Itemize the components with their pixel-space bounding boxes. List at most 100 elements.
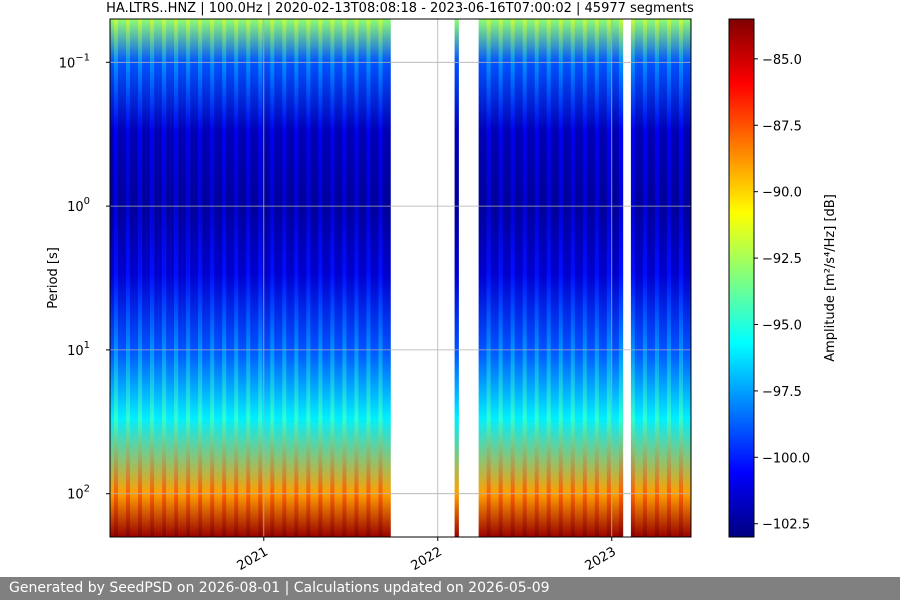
heatmap-column [346, 19, 351, 537]
heatmap-column [666, 19, 672, 537]
y-tick-label: 101 [67, 340, 90, 359]
y-axis-label: Period [s] [46, 247, 61, 309]
heatmap-column [478, 19, 483, 537]
heatmap-column [646, 19, 652, 537]
heatmap-column [482, 19, 487, 537]
heatmap-column [586, 19, 592, 537]
colorbar-tick-label: −97.5 [762, 385, 802, 400]
heatmap-column [302, 19, 307, 537]
heatmap-column [138, 19, 143, 537]
heatmap-column [318, 19, 323, 537]
heatmap-column [174, 19, 179, 537]
heatmap-column [158, 19, 163, 537]
heatmap-column [290, 19, 295, 537]
heatmap-column [358, 19, 363, 537]
y-tick-label: 102 [67, 484, 90, 503]
heatmap-column [170, 19, 175, 537]
heatmap-column [182, 19, 187, 537]
heatmap-column [546, 19, 552, 537]
heatmap-column [198, 19, 203, 537]
heatmap-column [614, 19, 620, 537]
heatmap-column [122, 19, 127, 537]
heatmap-column [526, 19, 532, 537]
heatmap-column [490, 19, 495, 537]
heatmap-column [670, 19, 676, 537]
heatmap-column [126, 19, 131, 537]
heatmap-column [214, 19, 219, 537]
y-tick-label: 10−1 [59, 52, 90, 71]
heatmap-column [674, 19, 680, 537]
heatmap-column [342, 19, 347, 537]
heatmap-column [262, 19, 267, 537]
heatmap-column [502, 19, 507, 537]
heatmap-column [642, 19, 648, 537]
heatmap-column [314, 19, 319, 537]
heatmap-column [334, 19, 339, 537]
heatmap-column [538, 19, 544, 537]
heatmap-column [522, 19, 528, 537]
colorbar-tick-label: −90.0 [762, 186, 802, 201]
heatmap-column [258, 19, 263, 537]
heatmap-column [226, 19, 231, 537]
plot-area [109, 18, 692, 538]
heatmap-column [222, 19, 227, 537]
heatmap-column [542, 19, 548, 537]
heatmap-column [654, 19, 660, 537]
heatmap-column [570, 19, 576, 537]
heatmap-column [638, 19, 644, 537]
heatmap-column [162, 19, 167, 537]
colorbar-gradient [728, 18, 755, 538]
colorbar-tick-label: −95.0 [762, 318, 802, 333]
heatmap-column [562, 19, 568, 537]
heatmap-column [210, 19, 215, 537]
colorbar-tick-label: −87.5 [762, 119, 802, 134]
heatmap-column [118, 19, 123, 537]
heatmap-column [590, 19, 596, 537]
chart-title: HA.LTRS..HNZ | 100.0Hz | 2020-02-13T08:0… [106, 1, 694, 16]
x-axis: 2021 2022 2023 [235, 537, 619, 574]
heatmap-column [630, 19, 636, 537]
x-tick-label: 2021 [235, 544, 271, 574]
colorbar-tick-label: −102.5 [762, 518, 810, 533]
heatmap-column [574, 19, 580, 537]
y-axis: Period [s] 10−1 100 101 102 [46, 52, 110, 503]
heatmap-column [250, 19, 255, 537]
heatmap-column [330, 19, 335, 537]
heatmap-column [298, 19, 303, 537]
heatmap-column [514, 19, 520, 537]
heatmap-column [486, 19, 491, 537]
heatmap-column [114, 19, 119, 537]
heatmap-column [142, 19, 147, 537]
heatmap-column [494, 19, 499, 537]
heatmap-column [362, 19, 367, 537]
heatmap-column [274, 19, 279, 537]
heatmap-column [234, 19, 239, 537]
y-tick-label: 100 [67, 196, 90, 215]
heatmap-column [518, 19, 524, 537]
heatmap-column [266, 19, 271, 537]
footer-text: Generated by SeedPSD on 2026-08-01 | Cal… [9, 580, 550, 596]
heatmap-column [550, 19, 556, 537]
heatmap-column [294, 19, 299, 537]
heatmap-column [110, 19, 115, 537]
heatmap-column [154, 19, 159, 537]
colorbar-label: Amplitude [m²/s⁴/Hz] [dB] [823, 194, 838, 362]
heatmap-column [382, 19, 387, 537]
heatmap-column [246, 19, 251, 537]
heatmap-column [594, 19, 600, 537]
heatmap-column [286, 19, 291, 537]
heatmap-column [498, 19, 503, 537]
heatmap-column [386, 19, 391, 537]
heatmap-column [350, 19, 355, 537]
heatmap-column [678, 19, 684, 537]
heatmap-column [366, 19, 371, 537]
heatmap-column [322, 19, 327, 537]
heatmap-column [130, 19, 135, 537]
heatmap-column [454, 19, 459, 537]
heatmap-column [662, 19, 668, 537]
heatmap-column [658, 19, 664, 537]
heatmap-column [510, 19, 515, 537]
heatmap-column [582, 19, 588, 537]
x-tick-label: 2023 [583, 544, 619, 574]
heatmap-column [554, 19, 560, 537]
